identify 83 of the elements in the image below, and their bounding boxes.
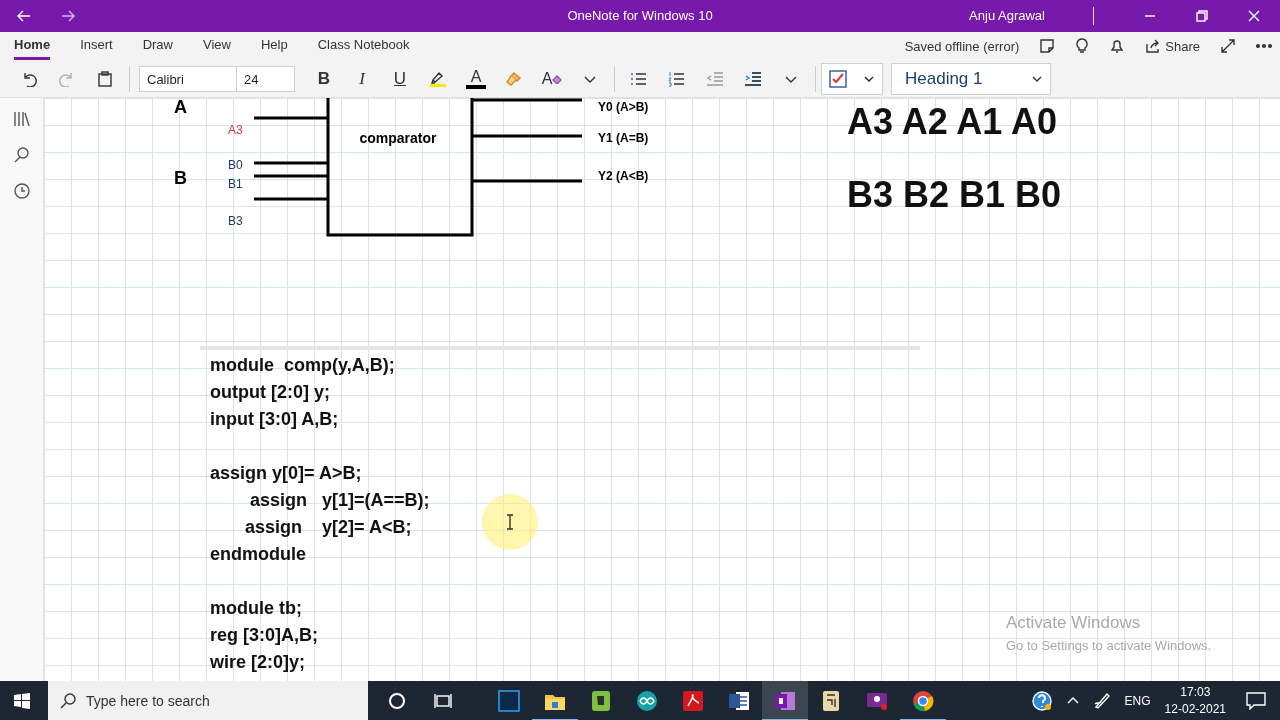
output-label: Y1 (A=B) bbox=[598, 131, 649, 145]
font-field[interactable]: Calibri bbox=[139, 65, 237, 92]
video-camera-icon bbox=[866, 690, 888, 712]
ribbon-tab[interactable]: Draw bbox=[142, 34, 173, 60]
notification-icon[interactable] bbox=[1246, 692, 1266, 710]
task-view-icon bbox=[434, 693, 452, 709]
code-line: input [3:0] A,B; bbox=[210, 408, 339, 431]
circle-icon bbox=[388, 692, 406, 710]
font-color-button[interactable]: A bbox=[457, 63, 495, 94]
heading-text: A3 A2 A1 A0 bbox=[847, 100, 1058, 144]
browser-icon bbox=[912, 690, 934, 712]
font-size-field[interactable]: 24 bbox=[237, 65, 295, 92]
more-icon[interactable] bbox=[1256, 44, 1272, 49]
numbered-list-icon[interactable] bbox=[668, 70, 686, 87]
format-button[interactable]: I bbox=[343, 63, 381, 94]
activation-subtitle: Go to Settings to activate Windows. bbox=[1006, 636, 1212, 655]
save-status: Saved offline (error) bbox=[904, 37, 1020, 56]
undo-icon[interactable] bbox=[21, 70, 37, 87]
language-indicator[interactable]: ENG bbox=[1124, 692, 1151, 710]
ribbon-tab[interactable]: Insert bbox=[80, 34, 113, 60]
input-label: A3 bbox=[228, 123, 243, 137]
search-icon bbox=[60, 693, 76, 709]
library-icon[interactable] bbox=[12, 110, 31, 128]
format-button[interactable]: B bbox=[305, 63, 343, 94]
share-icon bbox=[1145, 38, 1162, 55]
window-title: OneNote for Windows 10 bbox=[567, 7, 713, 26]
share-button[interactable]: Share bbox=[1145, 36, 1200, 56]
activation-title: Activate Windows bbox=[1006, 612, 1142, 634]
highlighter-icon[interactable] bbox=[429, 70, 447, 87]
back-arrow-icon[interactable] bbox=[15, 8, 31, 24]
code-line: output [2:0] y; bbox=[210, 381, 330, 404]
expand-icon[interactable] bbox=[1220, 38, 1236, 55]
clear-formatting-button[interactable]: A bbox=[533, 63, 571, 94]
code-line: reg [3:0]A,B; bbox=[210, 624, 318, 647]
input-label: B1 bbox=[228, 177, 243, 191]
paintbrush-icon[interactable] bbox=[505, 70, 523, 87]
bullet-list-icon[interactable] bbox=[630, 70, 648, 87]
output-label: Y0 (A>B) bbox=[598, 100, 649, 114]
heading-text: B3 B2 B1 B0 bbox=[847, 173, 1062, 217]
restore-icon[interactable] bbox=[1196, 10, 1208, 22]
search-icon[interactable] bbox=[12, 146, 31, 164]
format-button[interactable]: U bbox=[381, 63, 419, 94]
ribbon-tab[interactable]: Home bbox=[14, 34, 51, 60]
code-line: wire [2:0]y; bbox=[210, 651, 306, 674]
document-app-icon bbox=[728, 690, 750, 712]
recent-icon[interactable] bbox=[12, 182, 31, 200]
notebook-icon bbox=[774, 690, 796, 712]
pen-icon[interactable] bbox=[1092, 692, 1111, 710]
lightbulb-icon[interactable] bbox=[1075, 38, 1090, 55]
text-cursor-icon bbox=[506, 514, 514, 530]
user-name: Anju Agrawal bbox=[969, 7, 1045, 26]
app-tile-icon bbox=[498, 690, 520, 712]
code-line: assign y[0]= A>B; bbox=[210, 462, 362, 485]
code-line: assign y[2]= A<B; bbox=[244, 516, 412, 539]
tag-dropdown[interactable] bbox=[821, 62, 883, 95]
clock-time[interactable]: 17:03 bbox=[1164, 684, 1226, 701]
document-app-icon bbox=[682, 690, 704, 712]
search-field[interactable]: Type here to search bbox=[48, 681, 368, 720]
clipboard-icon[interactable] bbox=[97, 70, 113, 87]
input-label: B0 bbox=[228, 158, 243, 172]
infinity-icon bbox=[636, 690, 658, 712]
code-line: endmodule bbox=[210, 543, 306, 566]
increase-indent-icon[interactable] bbox=[744, 70, 762, 87]
help-icon[interactable] bbox=[1030, 690, 1053, 712]
code-line: module tb; bbox=[210, 597, 302, 620]
clock-date[interactable]: 12-02-2021 bbox=[1164, 701, 1226, 718]
output-label: Y2 (A<B) bbox=[598, 169, 649, 183]
eraser-icon bbox=[552, 73, 563, 84]
ribbon-tab[interactable]: Class Notebook bbox=[317, 34, 410, 60]
ribbon-tab[interactable]: Help bbox=[260, 34, 288, 60]
code-line: module comp(y,A,B); bbox=[210, 354, 395, 377]
style-dropdown[interactable]: Heading 1 bbox=[891, 62, 1051, 95]
group-label: B bbox=[174, 168, 187, 188]
bell-icon[interactable] bbox=[1109, 38, 1126, 55]
close-icon[interactable] bbox=[1248, 10, 1260, 22]
block-label: comparator bbox=[359, 130, 437, 146]
forward-arrow-icon[interactable] bbox=[61, 8, 77, 24]
group-label: A bbox=[174, 98, 187, 117]
note-icon[interactable] bbox=[1039, 38, 1056, 55]
code-line: assign y[1]=(A==B); bbox=[249, 489, 430, 512]
ribbon-tab[interactable]: View bbox=[203, 34, 231, 60]
input-label: B3 bbox=[228, 214, 243, 228]
start-icon bbox=[14, 693, 30, 709]
